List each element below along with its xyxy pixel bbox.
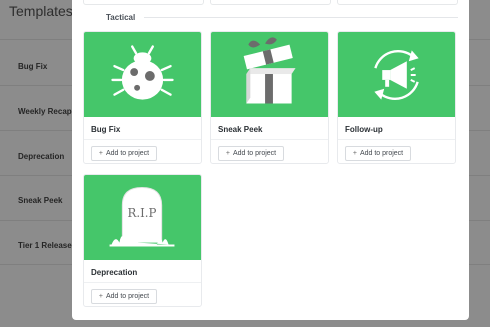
tombstone-text: R.I.P <box>128 206 157 220</box>
template-thumbnail <box>84 32 201 117</box>
template-list-item[interactable]: Tier 1 Release <box>18 241 72 250</box>
template-title: Follow-up <box>345 125 383 134</box>
add-to-project-button[interactable]: + Add to project <box>345 146 411 161</box>
add-to-project-button[interactable]: + Add to project <box>91 146 157 161</box>
button-label: Add to project <box>105 293 150 300</box>
page-title: Templates <box>9 3 73 19</box>
megaphone-refresh-icon <box>374 49 419 100</box>
card-divider <box>84 139 201 140</box>
template-card-bug-fix[interactable]: Bug Fix + Add to project <box>83 31 202 164</box>
template-list-item[interactable]: Sneak Peek <box>18 196 62 205</box>
divider <box>469 39 490 40</box>
button-label: Add to project <box>359 150 404 157</box>
template-title: Bug Fix <box>91 125 121 134</box>
tombstone-icon: R.I.P <box>109 187 175 247</box>
template-list-item[interactable]: Bug Fix <box>18 62 47 71</box>
divider <box>0 39 72 40</box>
section-divider <box>144 17 458 18</box>
divider <box>469 130 490 131</box>
template-list-item[interactable]: Weekly Recap <box>18 107 72 116</box>
divider <box>469 175 490 176</box>
card-divider <box>84 282 201 283</box>
button-label: Add to project <box>232 150 277 157</box>
divider <box>0 85 72 86</box>
bug-icon <box>111 45 174 100</box>
card-divider <box>338 139 455 140</box>
template-card-follow-up[interactable]: Follow-up + Add to project <box>337 31 456 164</box>
template-gallery-modal: Tactical Bug Fix + Add to project Sneak … <box>72 0 469 320</box>
card-divider <box>211 139 328 140</box>
gift-box-icon <box>243 37 296 104</box>
template-title: Sneak Peek <box>218 125 263 134</box>
divider <box>469 85 490 86</box>
divider <box>0 220 72 221</box>
template-card-sneak-peek[interactable]: Sneak Peek + Add to project <box>210 31 329 164</box>
plus-icon: + <box>352 150 357 157</box>
divider <box>469 264 490 265</box>
card-stub <box>83 0 204 5</box>
template-title: Deprecation <box>91 268 138 277</box>
template-thumbnail: R.I.P <box>84 175 201 260</box>
plus-icon: + <box>225 150 230 157</box>
template-thumbnail <box>338 32 455 117</box>
divider <box>0 175 72 176</box>
plus-icon: + <box>98 150 103 157</box>
add-to-project-button[interactable]: + Add to project <box>91 289 157 304</box>
template-thumbnail <box>211 32 328 117</box>
template-list-item[interactable]: Deprecation <box>18 152 64 161</box>
plus-icon: + <box>98 293 103 300</box>
section-label: Tactical <box>106 13 136 22</box>
divider <box>469 220 490 221</box>
card-stub <box>210 0 331 5</box>
button-label: Add to project <box>105 150 150 157</box>
template-card-deprecation[interactable]: R.I.P Deprecation + Add to project <box>83 174 202 307</box>
add-to-project-button[interactable]: + Add to project <box>218 146 284 161</box>
divider <box>0 264 72 265</box>
divider <box>0 130 72 131</box>
card-stub <box>337 0 458 5</box>
